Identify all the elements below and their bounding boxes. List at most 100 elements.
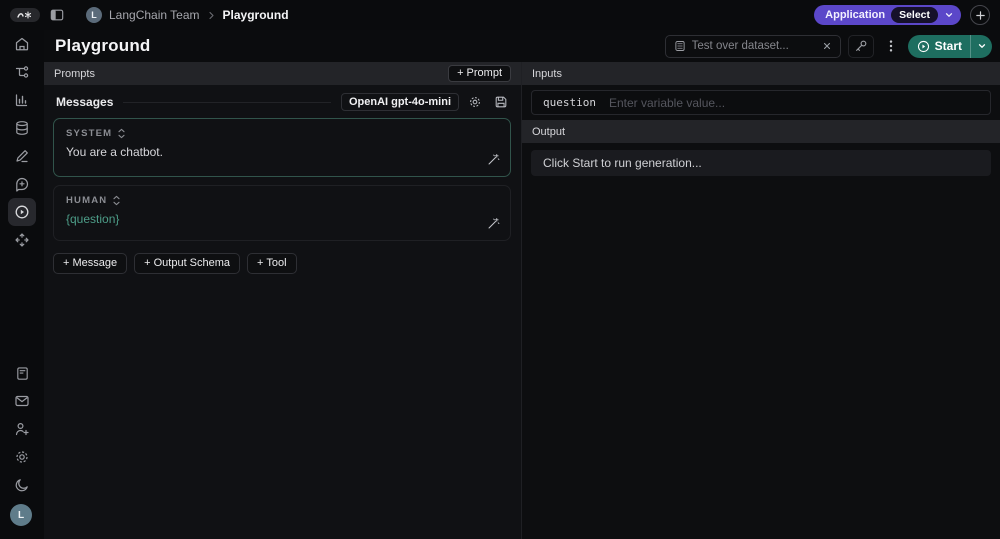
sidebar-item-annotation-queues[interactable]	[8, 142, 36, 170]
messages-label: Messages	[56, 95, 114, 109]
test-over-dataset-box	[664, 34, 841, 58]
role-switch-icon[interactable]	[117, 128, 126, 139]
io-panel: Inputs question Output Click Start to ru…	[522, 62, 1000, 539]
user-avatar[interactable]: L	[10, 504, 32, 526]
database-icon	[16, 121, 28, 135]
chat-plus-icon	[16, 177, 29, 192]
breadcrumb: L LangChain Team Playground	[86, 7, 289, 23]
start-split-button: Start	[907, 34, 992, 58]
document-icon	[16, 366, 28, 380]
breadcrumb-page: Playground	[222, 8, 289, 22]
model-selector-button[interactable]: OpenAI gpt-4o-mini	[340, 93, 459, 111]
start-label: Start	[934, 39, 962, 53]
top-bar: L LangChain Team Playground Application …	[0, 0, 1000, 30]
sidebar-item-datasets[interactable]	[8, 114, 36, 142]
key-icon	[855, 40, 867, 51]
logo-glyphs-icon	[17, 11, 32, 19]
sidebar-item-feedback[interactable]	[8, 387, 36, 415]
api-key-button[interactable]	[847, 34, 874, 58]
langsmith-logo[interactable]	[10, 8, 40, 22]
add-prompt-button[interactable]: + Prompt	[448, 65, 511, 82]
role-label: HUMAN	[66, 195, 108, 206]
plus-icon	[975, 10, 985, 20]
add-button[interactable]	[970, 5, 990, 25]
prompts-header-label: Prompts	[54, 67, 95, 80]
human-message-content[interactable]: {question}	[66, 212, 498, 226]
model-settings-button[interactable]	[465, 93, 485, 111]
sidebar-item-home[interactable]	[8, 30, 36, 58]
mail-icon	[15, 395, 29, 407]
move-arrows-icon	[15, 233, 29, 247]
application-select-value: Select	[891, 7, 938, 23]
page-header: Playground Test over dataset... Start	[44, 30, 1000, 62]
output-placeholder-row: Click Start to run generation...	[531, 150, 991, 176]
more-options-button[interactable]	[881, 35, 901, 58]
role-line: HUMAN	[66, 195, 498, 206]
page-title: Playground	[55, 36, 151, 55]
start-button[interactable]: Start	[908, 35, 970, 58]
output-header-bar: Output	[522, 120, 1000, 143]
message-footer-actions: + Message + Output Schema + Tool	[53, 253, 511, 274]
role-line: SYSTEM	[66, 128, 498, 139]
sidebar-item-monitoring[interactable]	[8, 86, 36, 114]
sidebar-item-tracing-projects[interactable]	[8, 58, 36, 86]
human-message-card[interactable]: HUMAN {question}	[53, 185, 511, 241]
messages-toolbar: Messages OpenAI gpt-4o-mini	[56, 93, 511, 111]
chevron-down-icon	[945, 13, 953, 17]
prettify-button[interactable]	[483, 213, 503, 233]
sidebar-item-invite-members[interactable]	[8, 415, 36, 443]
add-tool-button[interactable]: + Tool	[247, 253, 297, 274]
role-label: SYSTEM	[66, 128, 113, 139]
sidebar-item-deployments[interactable]	[8, 226, 36, 254]
test-over-dataset-input[interactable]	[691, 40, 816, 52]
application-select-button[interactable]: Application Select	[814, 5, 961, 25]
gear-icon	[470, 97, 480, 107]
playground-play-icon	[15, 205, 29, 219]
application-label: Application	[825, 9, 886, 21]
messages-divider	[123, 101, 331, 103]
prettify-button[interactable]	[483, 149, 503, 169]
save-prompt-button[interactable]	[491, 93, 511, 111]
prompts-panel: Prompts + Prompt Messages OpenAI gpt-4o-…	[44, 62, 521, 539]
save-icon	[495, 96, 507, 108]
pencil-icon	[16, 150, 28, 163]
system-message-card[interactable]: SYSTEM You are a chatbot.	[53, 118, 511, 177]
header-controls: Start	[664, 34, 992, 58]
chevron-right-icon	[208, 11, 214, 19]
output-header-label: Output	[532, 125, 566, 138]
system-message-content[interactable]: You are a chatbot.	[66, 145, 498, 159]
add-output-schema-button[interactable]: + Output Schema	[134, 253, 241, 274]
start-options-button[interactable]	[971, 35, 992, 58]
moon-icon	[15, 479, 28, 492]
playground-app: L LangChain Team Playground Application …	[0, 0, 1000, 539]
prompts-header-bar: Prompts + Prompt	[44, 62, 521, 85]
tracing-tree-icon	[15, 66, 29, 78]
clear-icon[interactable]	[822, 41, 832, 51]
chevron-down-icon	[978, 44, 985, 48]
inputs-header-label: Inputs	[532, 67, 562, 80]
kebab-menu-icon	[889, 40, 892, 52]
variable-input-row: question	[531, 90, 991, 115]
team-avatar[interactable]: L	[86, 7, 102, 23]
sidebar-item-docs[interactable]	[8, 359, 36, 387]
sidebar-item-theme-toggle[interactable]	[8, 471, 36, 499]
sidebar-item-prompts[interactable]	[8, 170, 36, 198]
role-switch-icon[interactable]	[112, 195, 121, 206]
wand-icon	[488, 153, 499, 164]
sidebar-item-settings[interactable]	[8, 443, 36, 471]
topbar-right-controls: Application Select	[814, 5, 990, 25]
panel-left-icon	[50, 9, 64, 21]
gear-icon	[16, 451, 28, 463]
inputs-header-bar: Inputs	[522, 62, 1000, 85]
home-icon	[15, 37, 29, 51]
output-placeholder-text: Click Start to run generation...	[543, 156, 702, 170]
breadcrumb-team[interactable]: LangChain Team	[109, 8, 200, 22]
add-message-button[interactable]: + Message	[53, 253, 128, 274]
nav-sidebar: L	[0, 30, 44, 539]
sidebar-toggle-icon[interactable]	[48, 6, 66, 24]
dataset-icon	[675, 41, 685, 51]
variable-value-input[interactable]	[608, 95, 979, 110]
sidebar-item-playground[interactable]	[8, 198, 36, 226]
wand-icon	[488, 217, 499, 228]
bar-chart-icon	[15, 94, 28, 107]
